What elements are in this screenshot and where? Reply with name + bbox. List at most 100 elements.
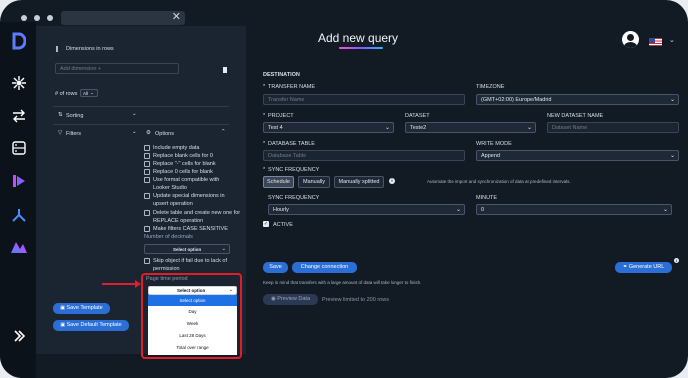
filters-label[interactable]: Filters — [66, 131, 81, 137]
skip-checkbox[interactable] — [144, 258, 150, 264]
expand-icon[interactable] — [10, 327, 28, 345]
chevron-down-icon: ⌄ — [221, 246, 226, 252]
analytics-icon[interactable] — [10, 238, 28, 256]
option-label: Include empty data — [153, 145, 200, 151]
chevron-down-icon: ⌄ — [669, 97, 675, 103]
manually-splitted-button[interactable]: Manually splitted — [334, 176, 384, 188]
transfers-icon[interactable] — [10, 107, 28, 125]
generate-url-button[interactable]: ⚭ Generate URL — [615, 262, 672, 273]
query-form: Add new query ⌄ DESTINATION * TRANSFER N… — [246, 26, 688, 356]
option-checkbox[interactable] — [144, 210, 150, 216]
preview-data-label: Preview Data — [277, 296, 311, 302]
chevron-up-icon[interactable]: ⌃ — [221, 129, 226, 135]
decimals-select-value: Select option — [173, 247, 202, 252]
change-connection-button[interactable]: Change connection — [292, 262, 357, 273]
transfer-name-placeholder: Transfer Name — [268, 97, 305, 103]
save-button[interactable]: Save — [263, 262, 288, 273]
destination-label: DESTINATION — [263, 72, 300, 78]
divider — [53, 106, 229, 107]
dataset-label: DATASET — [405, 113, 430, 119]
timezone-select[interactable]: (GMT+02:00) Europe/Madrid ⌄ — [476, 94, 679, 105]
icon-rail — [0, 22, 36, 378]
info-icon[interactable]: i — [674, 258, 679, 263]
new-dataset-input[interactable]: Dataset Name — [547, 122, 679, 133]
us-flag-icon[interactable] — [649, 38, 662, 46]
chevron-down-icon: ⌄ — [384, 125, 390, 131]
rows-select[interactable]: All ⌄ — [80, 89, 98, 97]
info-icon[interactable]: i — [389, 178, 395, 184]
transfer-note: Keep in mind that transfers with a large… — [263, 280, 422, 285]
preview-note: Preview limited to 200 rows — [322, 297, 389, 303]
new-dataset-placeholder: Dataset Name — [552, 125, 588, 131]
write-mode-select[interactable]: Append ⌄ — [476, 150, 679, 161]
window-dot[interactable] — [47, 15, 53, 21]
close-icon[interactable]: ✕ — [172, 11, 181, 24]
decimals-label: Number of decimals — [144, 234, 193, 240]
option-checkbox[interactable] — [144, 193, 150, 199]
required-star: * — [263, 113, 266, 119]
sorting-label[interactable]: Sorting — [66, 113, 83, 119]
dropdown-option[interactable]: Total over range — [148, 342, 237, 354]
save-template-label: Save Template — [66, 305, 103, 311]
active-checkbox[interactable]: ✓ — [263, 221, 269, 227]
window-dot[interactable] — [21, 15, 27, 21]
save-default-template-button[interactable]: ▣ Save Default Template — [53, 320, 129, 331]
manually-button[interactable]: Manually — [298, 176, 330, 188]
time-period-select-value: Select option — [177, 288, 206, 293]
chevron-down-icon[interactable]: ⌄ — [132, 111, 137, 117]
timezone-value: (GMT+02:00) Europe/Madrid — [481, 97, 552, 103]
scroll-thumb[interactable] — [223, 67, 227, 73]
save-template-button[interactable]: ▣ Save Template — [53, 303, 110, 314]
options-label[interactable]: Options — [155, 131, 174, 137]
decimals-select[interactable]: Select option ⌄ — [144, 244, 230, 254]
chevron-down-icon: ⌄ — [90, 90, 94, 95]
sync-frequency-select[interactable]: Hourly ⌄ — [268, 204, 465, 215]
chevron-down-icon[interactable]: ⌄ — [669, 36, 675, 44]
option-checkbox[interactable] — [144, 177, 150, 183]
title-underline — [339, 47, 383, 49]
db-table-input[interactable]: Database Table — [263, 150, 465, 161]
option-checkbox[interactable] — [144, 161, 150, 167]
sort-icon[interactable]: ⇅ — [58, 112, 63, 118]
dropdown-option[interactable]: Day — [148, 306, 237, 318]
new-dataset-label: NEW DATASET NAME — [547, 113, 604, 119]
project-value: Test 4 — [268, 125, 283, 131]
transfer-name-input[interactable]: Transfer Name — [263, 94, 465, 105]
minute-select[interactable]: 0 ⌄ — [476, 204, 672, 215]
option-checkbox[interactable] — [144, 226, 150, 232]
media-icon[interactable] — [10, 172, 28, 190]
option-label: Delete table and create new one for REPL… — [153, 210, 241, 224]
chevron-down-icon[interactable]: ⌄ — [132, 129, 137, 135]
db-table-label: DATABASE TABLE — [268, 141, 315, 147]
time-period-select[interactable]: Select option ⌄ — [148, 286, 237, 295]
connections-icon[interactable] — [10, 206, 28, 224]
option-checkbox[interactable] — [144, 169, 150, 175]
dropdown-option[interactable]: Last 28 Days — [148, 330, 237, 342]
dimensions-icon — [56, 46, 58, 52]
project-select[interactable]: Test 4 ⌄ — [263, 122, 394, 133]
schedule-button[interactable]: Schedule — [263, 176, 294, 188]
avatar[interactable] — [622, 31, 639, 48]
integrations-icon[interactable] — [10, 74, 28, 92]
sync-frequency2-label: SYNC FREQUENCY — [268, 195, 320, 201]
option-checkbox[interactable] — [144, 145, 150, 151]
option-checkbox[interactable] — [144, 153, 150, 159]
add-dimension-placeholder: Add dimension + — [60, 66, 102, 72]
option-label: Use format compatible with Looker Studio — [153, 177, 220, 191]
gear-icon[interactable]: ⚙ — [146, 130, 151, 136]
dropdown-option-selected[interactable]: Select option — [148, 295, 237, 306]
browser-tab[interactable]: ✕ — [61, 11, 185, 25]
preview-data-button[interactable]: ◉ Preview Data — [263, 294, 318, 305]
filter-icon[interactable]: ▽ — [58, 130, 62, 136]
window-dot[interactable] — [34, 15, 40, 21]
option-label: Replace "-" cells for blank — [153, 161, 216, 167]
add-dimension-input[interactable]: Add dimension + — [55, 63, 179, 74]
logo-icon[interactable] — [10, 32, 28, 50]
annotation-arrowhead — [135, 280, 141, 288]
dataset-select[interactable]: Teste2 ⌄ — [405, 122, 536, 133]
minute-value: 0 — [481, 207, 485, 213]
rows-label: # of rows — [55, 91, 78, 97]
database-icon[interactable] — [10, 139, 28, 157]
dropdown-option[interactable]: Week — [148, 318, 237, 330]
transfer-name-label: TRANSFER NAME — [268, 84, 316, 90]
